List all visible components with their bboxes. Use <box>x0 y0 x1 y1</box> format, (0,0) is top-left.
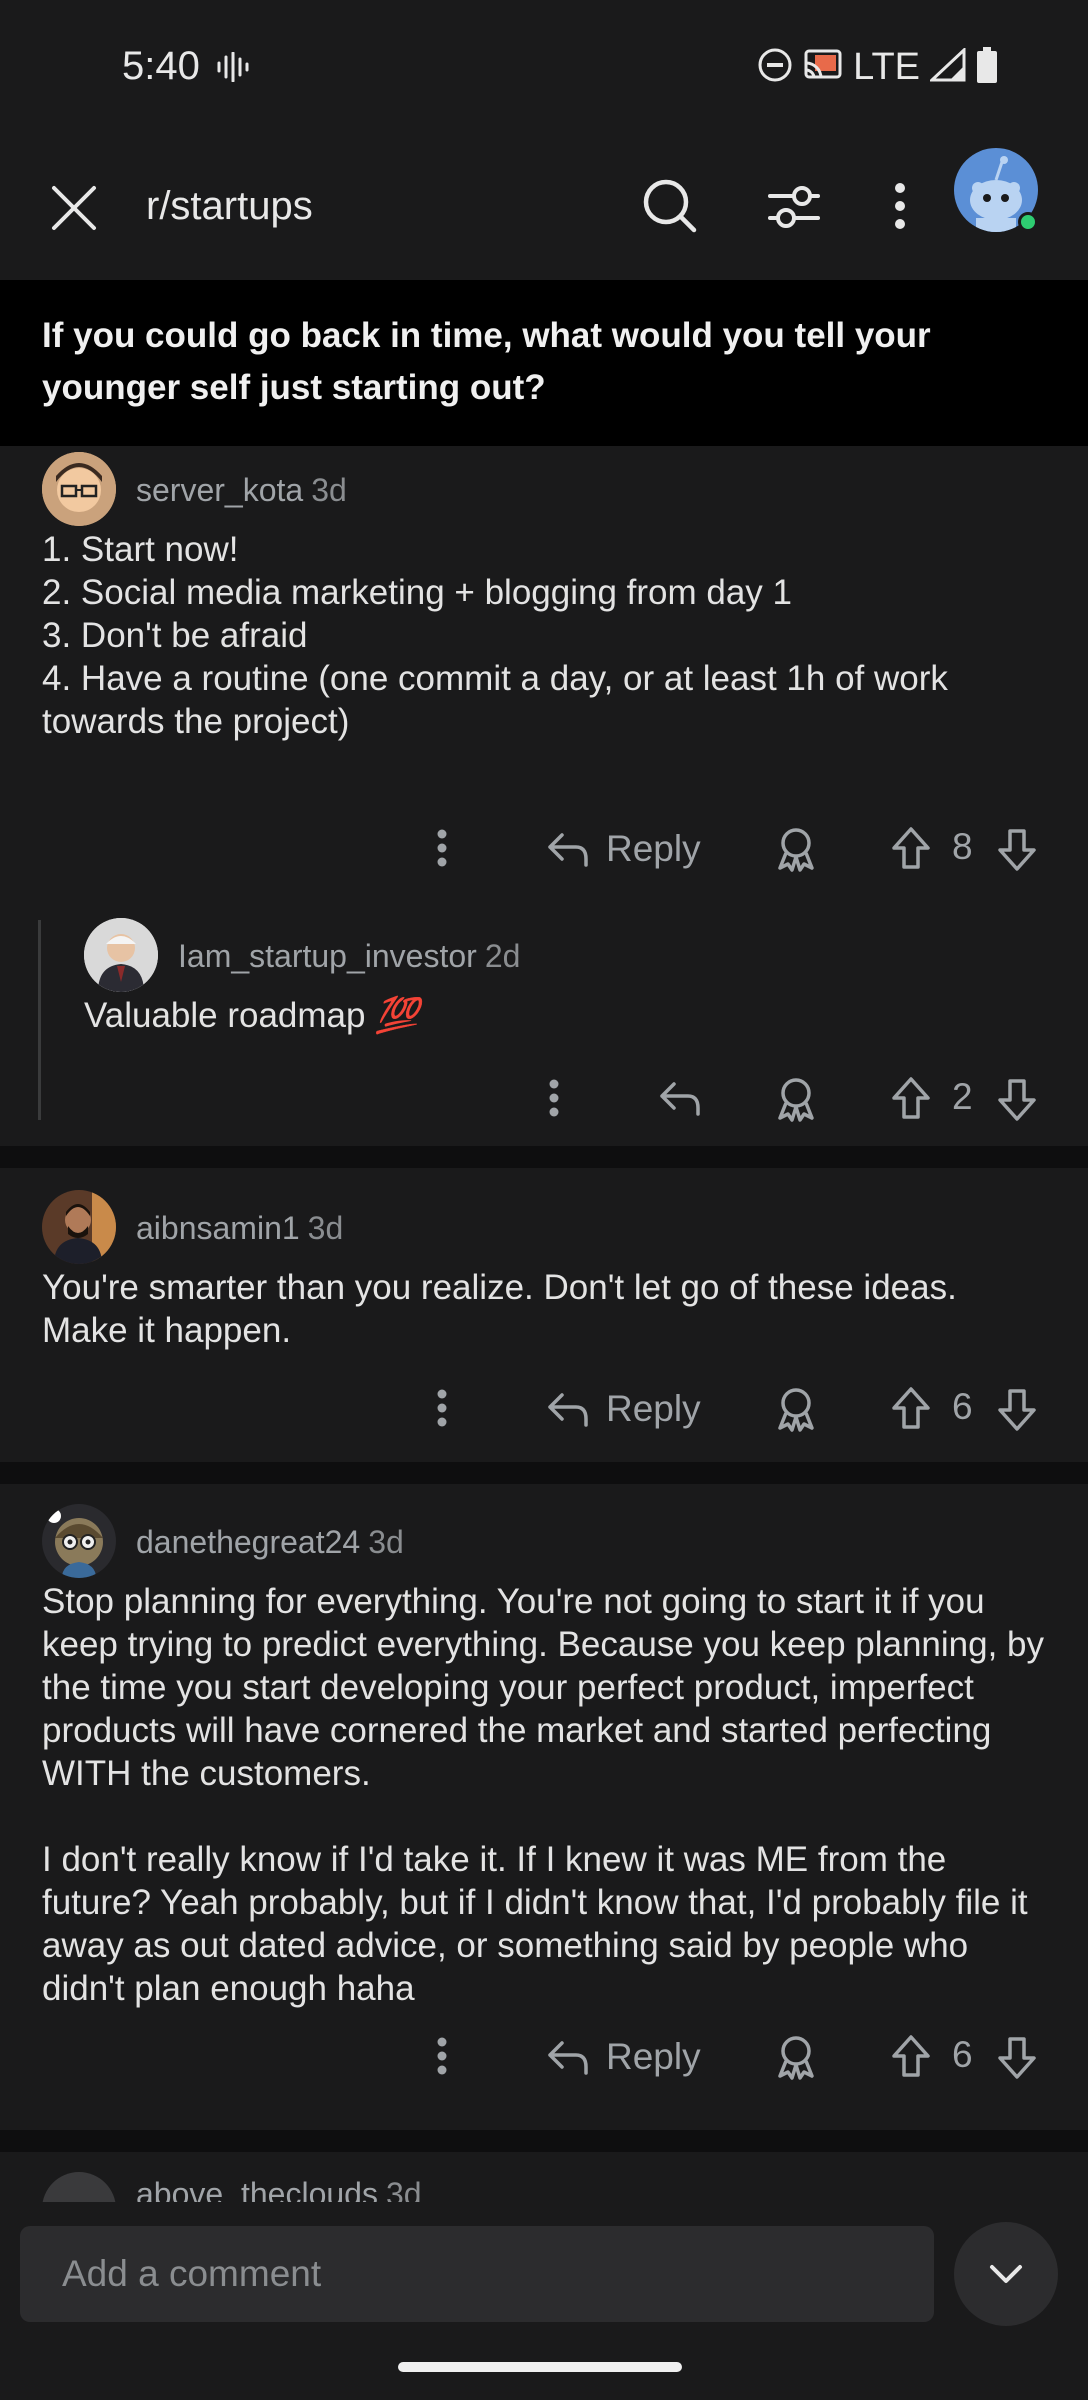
author-name[interactable]: aibnsamin1 <box>136 1210 300 1246</box>
vote-score: 8 <box>952 826 973 867</box>
reply-arrow-icon <box>548 833 588 867</box>
comment-author[interactable]: Iam_startup_investor 2d <box>178 938 520 975</box>
reply-label[interactable]: Reply <box>606 828 701 870</box>
online-indicator <box>1018 212 1038 232</box>
comment-body: You're smarter than you realize. Don't l… <box>42 1268 967 1350</box>
avatar[interactable] <box>42 1190 116 1264</box>
comment-aibnsamin1: aibnsamin1 3d You're smarter than you rea… <box>0 1168 1088 1482</box>
status-bar: 5:40 LTE <box>0 0 1088 140</box>
more-vertical-icon[interactable] <box>426 2026 458 2086</box>
add-comment-input[interactable]: Add a comment <box>20 2226 934 2322</box>
comment-age: 3d <box>311 472 347 508</box>
hundred-emoji: 💯 <box>375 996 419 1035</box>
comment-age: 2d <box>484 938 521 974</box>
downvote-arrow-icon[interactable] <box>996 1388 1038 1432</box>
avatar[interactable] <box>42 452 116 526</box>
comment-actions: Reply 8 <box>0 818 1088 878</box>
comment-age: 3d <box>385 2176 422 2202</box>
status-right: LTE <box>757 46 998 89</box>
upvote-arrow-icon[interactable] <box>890 1386 932 1430</box>
author-name[interactable]: server_kota <box>136 472 303 508</box>
search-icon[interactable] <box>640 176 700 241</box>
comment-author[interactable]: server_kota 3d <box>136 472 347 509</box>
award-icon[interactable] <box>774 826 818 872</box>
vote-score: 6 <box>952 1386 973 1427</box>
more-vertical-icon[interactable] <box>538 1068 570 1128</box>
upvote-arrow-icon[interactable] <box>890 826 932 870</box>
subreddit-title[interactable]: r/startups <box>146 184 313 229</box>
comment-age: 3d <box>307 1210 344 1246</box>
downvote-arrow-icon[interactable] <box>996 1078 1038 1122</box>
home-indicator[interactable] <box>398 2362 682 2372</box>
dnd-icon <box>757 47 793 88</box>
status-time: 5:40 <box>122 44 200 88</box>
vote-score: 2 <box>952 1076 973 1117</box>
avatar[interactable] <box>42 1504 116 1578</box>
author-name[interactable]: danethegreat24 <box>136 1524 360 1560</box>
comment-text: Valuable roadmap <box>84 996 376 1035</box>
cast-icon <box>803 48 843 87</box>
upvote-arrow-icon[interactable] <box>890 1076 932 1120</box>
comment-actions: Reply 6 <box>0 1378 1088 1438</box>
reply-label[interactable]: Reply <box>606 1388 701 1430</box>
author-name[interactable]: Iam_startup_investor <box>178 938 477 974</box>
comment-body: Valuable roadmap 💯 <box>84 994 1044 1037</box>
signal-icon <box>928 46 966 87</box>
vote-score: 6 <box>952 2034 973 2075</box>
comment-divider <box>0 1146 1088 1168</box>
comment-server-kota: server_kota 3d 1. Start now! 2. Social me… <box>0 446 1088 1146</box>
reply-button[interactable]: Reply <box>546 828 701 870</box>
reply-arrow-icon <box>548 2041 588 2075</box>
comment-author[interactable]: danethegreat24 3d <box>136 1524 404 1561</box>
comment-above-theclouds: above_theclouds 3d <box>0 2152 1088 2202</box>
chevron-down-icon <box>990 2265 1022 2283</box>
app-bar: r/startups <box>0 140 1088 280</box>
comment-body: Stop planning for everything. You're not… <box>42 1582 1045 2008</box>
award-icon[interactable] <box>774 2034 818 2080</box>
reply-arrow-icon[interactable] <box>658 1078 702 1118</box>
downvote-arrow-icon[interactable] <box>996 828 1038 872</box>
filter-icon[interactable] <box>764 176 824 241</box>
battery-icon <box>976 47 998 88</box>
network-type: LTE <box>853 46 920 88</box>
voice-activity-icon <box>216 51 250 87</box>
avatar[interactable] <box>42 2172 116 2202</box>
upvote-arrow-icon[interactable] <box>890 2034 932 2078</box>
more-vertical-icon[interactable] <box>426 818 458 878</box>
downvote-arrow-icon[interactable] <box>996 2036 1038 2080</box>
collapse-button[interactable] <box>954 2222 1058 2326</box>
comment-author[interactable]: above_theclouds 3d <box>136 2176 422 2202</box>
award-icon[interactable] <box>774 1386 818 1432</box>
comment-danethegreat24: danethegreat24 3d Stop planning for every… <box>0 1484 1088 2130</box>
avatar[interactable] <box>84 918 158 992</box>
more-vertical-icon[interactable] <box>880 176 920 241</box>
comment-body: 1. Start now! 2. Social media marketing … <box>42 530 948 741</box>
comment-actions: 2 <box>0 1068 1088 1128</box>
author-name[interactable]: above_theclouds <box>136 2176 378 2202</box>
reply-button[interactable]: Reply <box>546 2036 701 2078</box>
comment-author[interactable]: aibnsamin1 3d <box>136 1210 343 1247</box>
comment-divider <box>0 2130 1088 2152</box>
reply-label[interactable]: Reply <box>606 2036 701 2078</box>
reply-arrow-icon <box>548 1393 588 1427</box>
close-icon[interactable] <box>48 182 100 234</box>
more-vertical-icon[interactable] <box>426 1378 458 1438</box>
comment-age: 3d <box>368 1524 404 1560</box>
comment-divider <box>0 1462 1088 1484</box>
reply-button[interactable]: Reply <box>546 1388 701 1430</box>
post-title[interactable]: If you could go back in time, what would… <box>0 280 1088 446</box>
comment-actions: Reply 6 <box>0 2026 1088 2086</box>
award-icon[interactable] <box>774 1076 818 1122</box>
